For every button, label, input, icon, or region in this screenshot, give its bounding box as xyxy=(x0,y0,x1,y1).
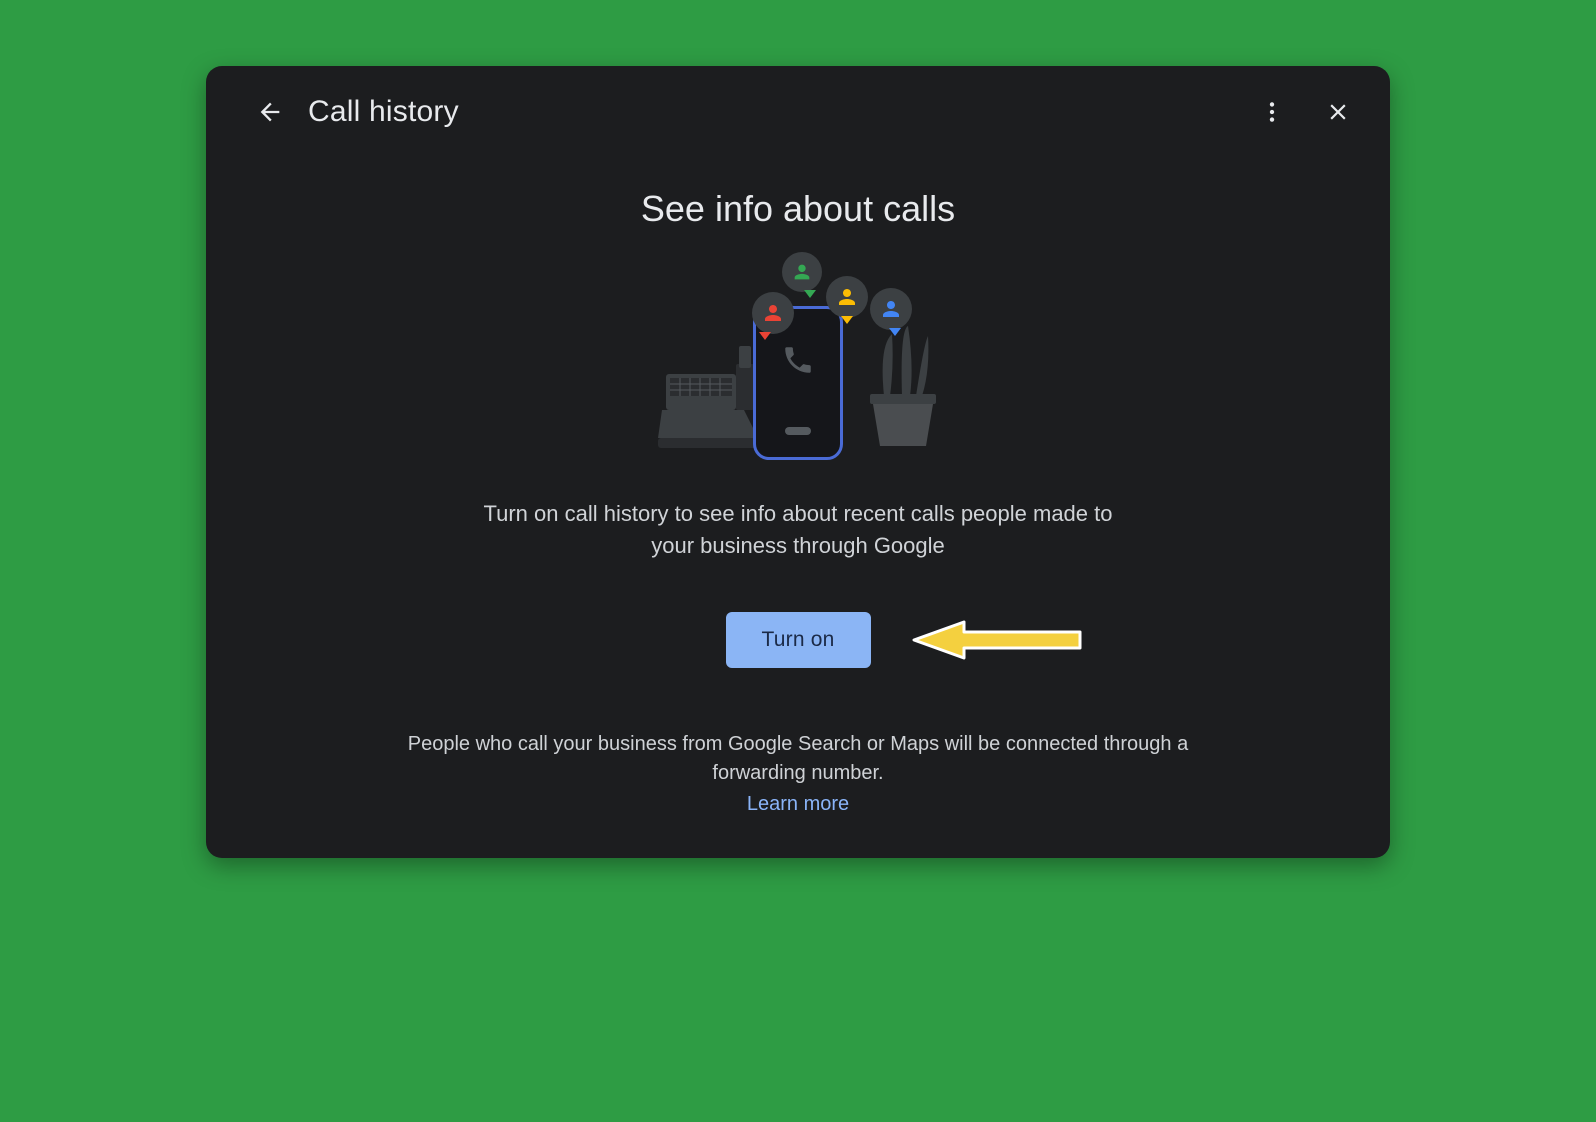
person-bubble-red xyxy=(752,292,794,334)
description: Turn on call history to see info about r… xyxy=(478,498,1118,562)
close-button[interactable] xyxy=(1314,88,1362,136)
phone-handset-icon xyxy=(781,343,815,377)
person-bubble-blue xyxy=(870,288,912,330)
arrow-left-icon xyxy=(256,98,284,126)
cta-row: Turn on xyxy=(266,608,1330,672)
call-history-panel: Call history See info about calls xyxy=(206,66,1390,858)
annotation-arrow-icon xyxy=(908,610,1088,670)
page-title: Call history xyxy=(308,95,1230,129)
person-bubble-green xyxy=(782,252,822,292)
illustration xyxy=(648,248,948,478)
headline: See info about calls xyxy=(266,188,1330,230)
person-bubble-yellow xyxy=(826,276,868,318)
close-icon xyxy=(1325,99,1351,125)
content-area: See info about calls xyxy=(206,158,1390,819)
cash-register-icon xyxy=(658,334,768,454)
learn-more-link[interactable]: Learn more xyxy=(388,790,1208,819)
topbar: Call history xyxy=(206,66,1390,158)
plant-icon xyxy=(864,326,942,456)
footer-note: People who call your business from Googl… xyxy=(388,730,1208,819)
more-vert-icon xyxy=(1259,99,1285,125)
footer-text: People who call your business from Googl… xyxy=(408,733,1188,784)
back-button[interactable] xyxy=(246,88,294,136)
more-options-button[interactable] xyxy=(1248,88,1296,136)
turn-on-button[interactable]: Turn on xyxy=(726,612,871,668)
